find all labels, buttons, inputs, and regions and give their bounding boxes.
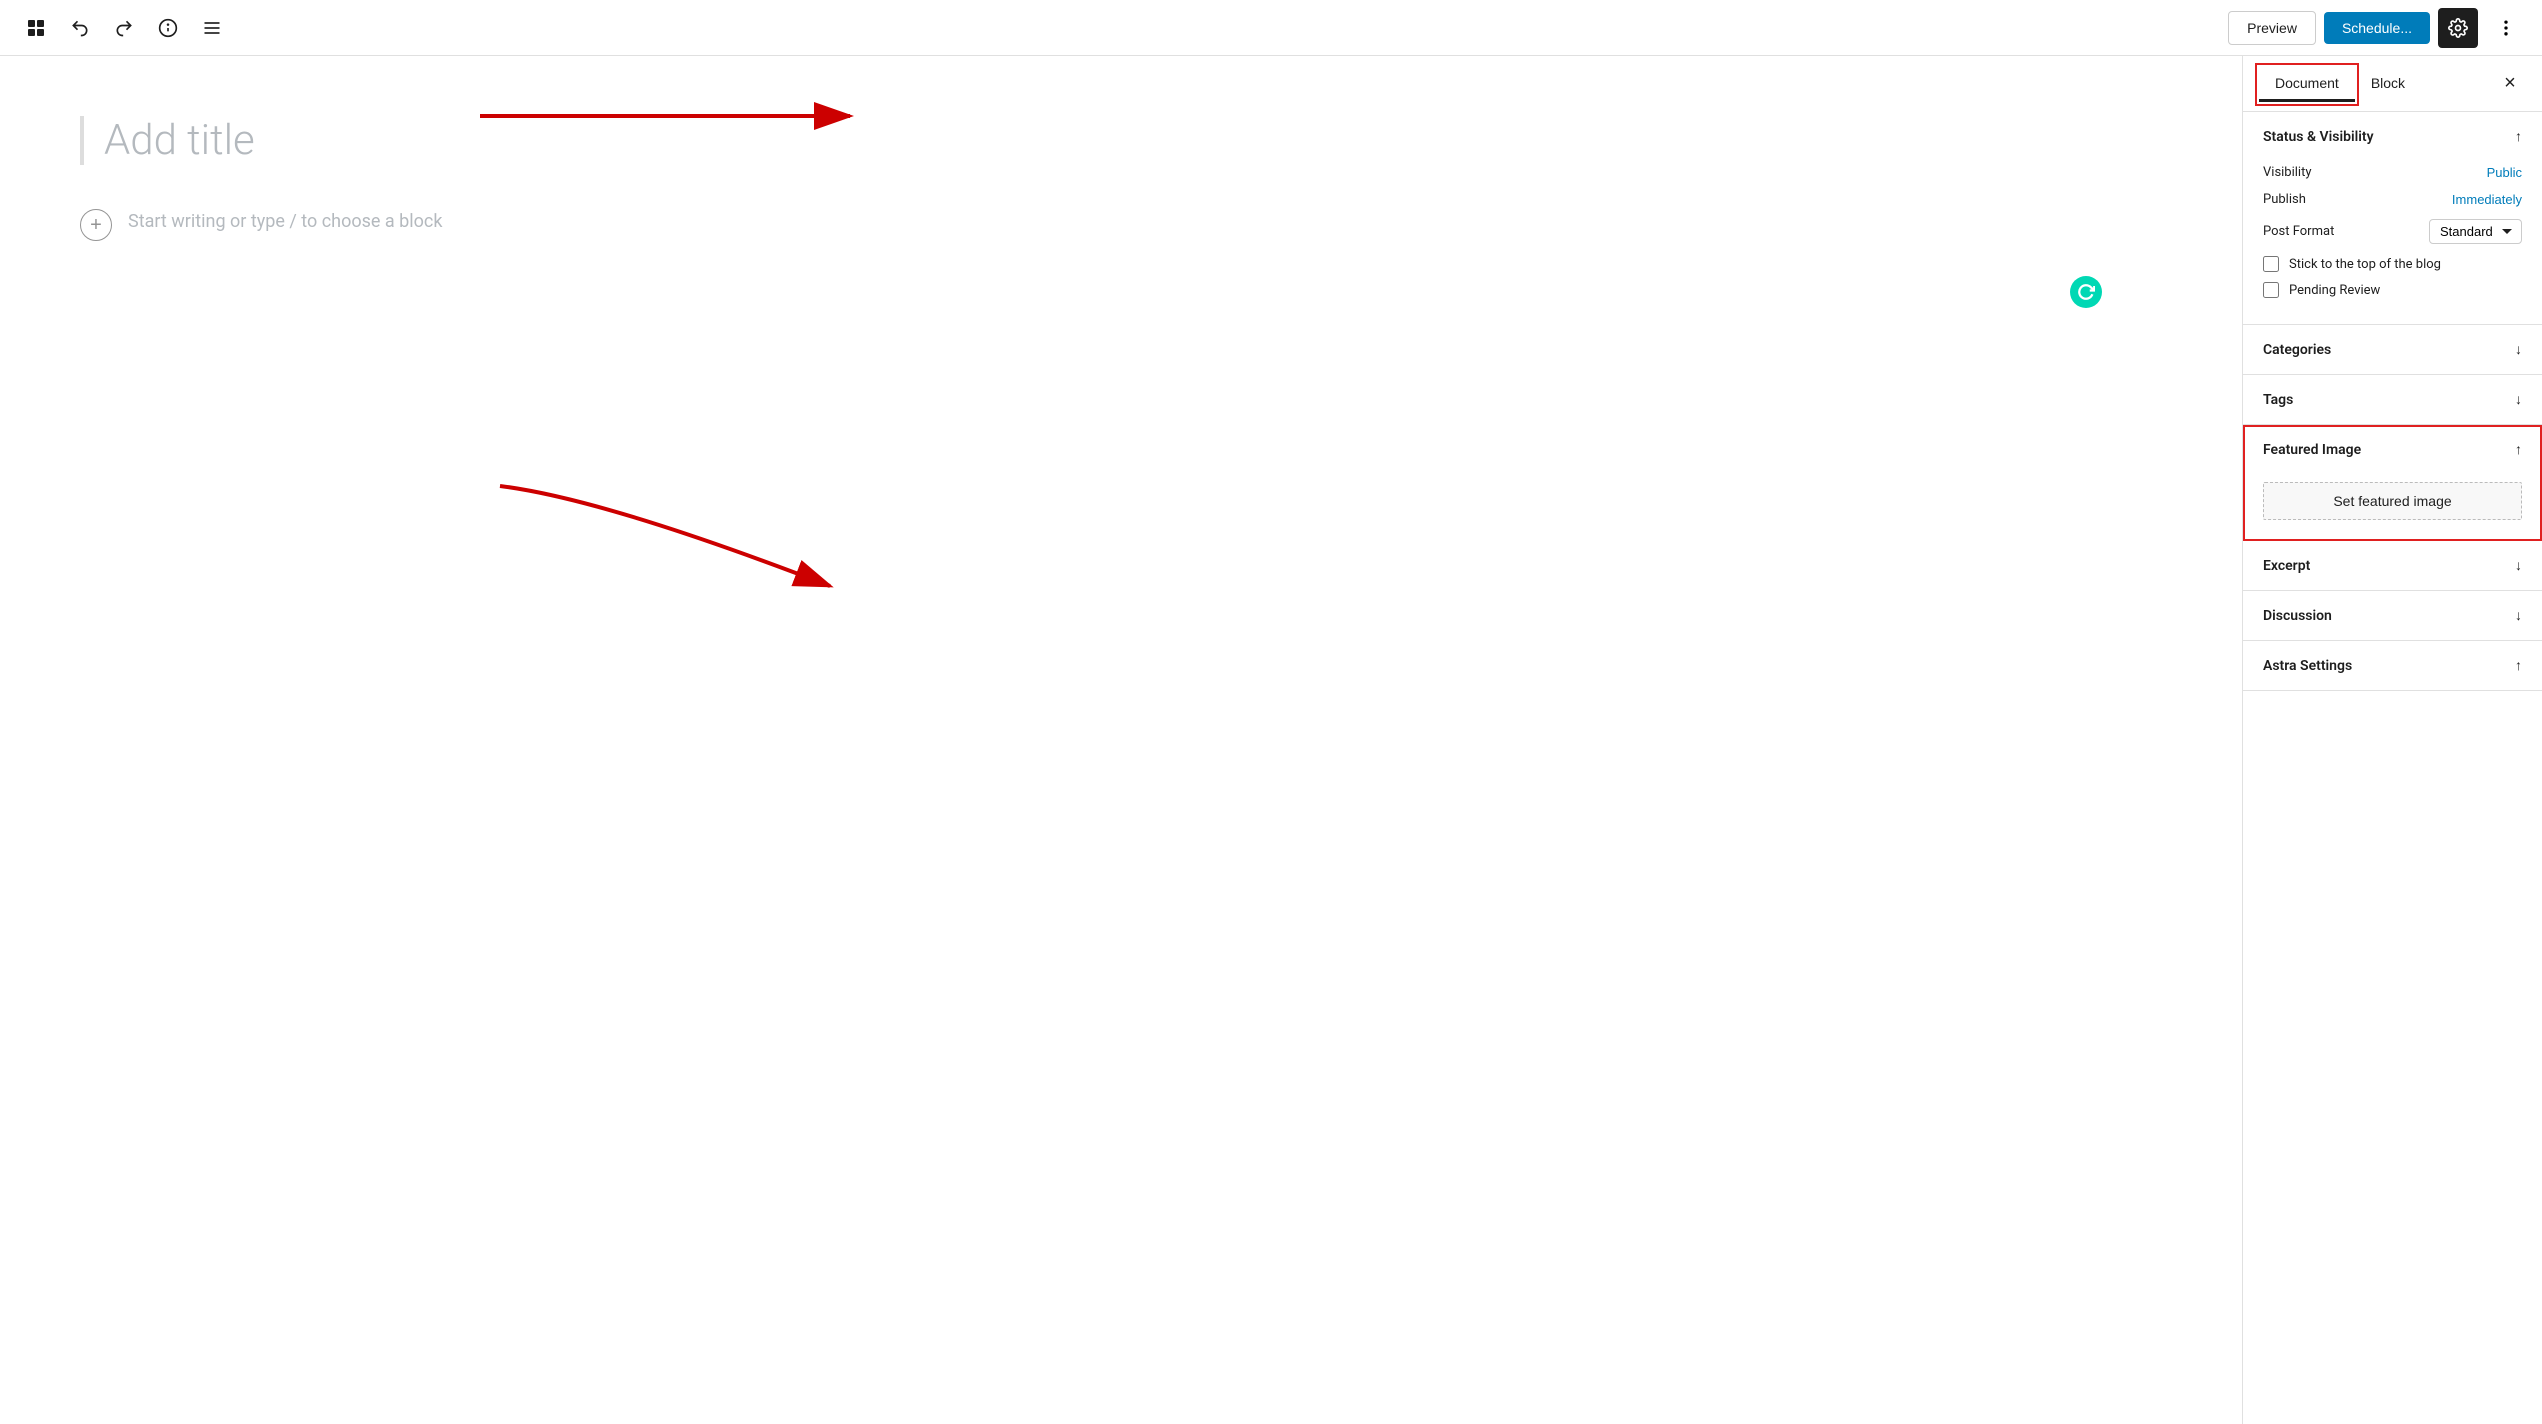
visibility-label: Visibility — [2263, 165, 2312, 180]
section-status-visibility: Status & Visibility ↑ Visibility Public … — [2243, 112, 2542, 325]
section-discussion-title: Discussion — [2263, 608, 2332, 624]
section-excerpt: Excerpt ↓ — [2243, 541, 2542, 591]
section-featured-image-content: Set featured image — [2243, 474, 2542, 540]
schedule-button[interactable]: Schedule... — [2324, 12, 2430, 44]
arrow-to-featured-image — [0, 56, 2242, 1424]
section-featured-image-title: Featured Image — [2263, 442, 2361, 458]
section-astra-settings-title: Astra Settings — [2263, 658, 2352, 674]
settings-button[interactable] — [2438, 8, 2478, 48]
set-featured-image-button[interactable]: Set featured image — [2263, 482, 2522, 520]
visibility-row: Visibility Public — [2263, 165, 2522, 180]
astra-settings-chevron-up-icon: ↑ — [2515, 657, 2522, 674]
editor-body: + Start writing or type / to choose a bl… — [80, 205, 2162, 241]
add-block-toolbar-button[interactable] — [16, 8, 56, 48]
section-status-visibility-content: Visibility Public Publish Immediately Po… — [2243, 161, 2542, 324]
section-astra-settings-header[interactable]: Astra Settings ↑ — [2243, 641, 2542, 690]
categories-chevron-icon: ↓ — [2515, 341, 2522, 358]
editor-area: Add title + Start writing or type / to c… — [0, 56, 2242, 1424]
publish-label: Publish — [2263, 192, 2306, 207]
featured-image-chevron-up-icon: ↑ — [2515, 441, 2522, 458]
section-status-visibility-header[interactable]: Status & Visibility ↑ — [2243, 112, 2542, 161]
tab-document[interactable]: Document — [2259, 67, 2355, 102]
autosave-indicator — [2070, 276, 2102, 308]
stick-top-row: Stick to the top of the blog — [2263, 256, 2522, 272]
stick-top-label[interactable]: Stick to the top of the blog — [2289, 257, 2441, 272]
visibility-value[interactable]: Public — [2487, 165, 2522, 180]
section-categories-title: Categories — [2263, 342, 2331, 358]
post-format-label: Post Format — [2263, 224, 2334, 239]
stick-top-checkbox[interactable] — [2263, 256, 2279, 272]
redo-button[interactable] — [104, 8, 144, 48]
add-block-button[interactable]: + — [80, 209, 112, 241]
section-discussion-header[interactable]: Discussion ↓ — [2243, 591, 2542, 640]
undo-button[interactable] — [60, 8, 100, 48]
section-excerpt-header[interactable]: Excerpt ↓ — [2243, 541, 2542, 590]
toolbar-left — [16, 8, 232, 48]
section-discussion: Discussion ↓ — [2243, 591, 2542, 641]
post-format-select[interactable]: Standard Aside Chat Gallery Link Image Q… — [2429, 219, 2522, 244]
section-astra-settings: Astra Settings ↑ — [2243, 641, 2542, 691]
tools-button[interactable] — [192, 8, 232, 48]
section-categories-header[interactable]: Categories ↓ — [2243, 325, 2542, 374]
section-featured-image: Featured Image ↑ Set featured image — [2243, 425, 2542, 541]
section-featured-image-header[interactable]: Featured Image ↑ — [2243, 425, 2542, 474]
section-tags-title: Tags — [2263, 392, 2293, 408]
sidebar-tabs: Document Block × — [2243, 56, 2542, 112]
section-tags: Tags ↓ — [2243, 375, 2542, 425]
section-status-visibility-title: Status & Visibility — [2263, 129, 2374, 145]
pending-review-label[interactable]: Pending Review — [2289, 283, 2380, 298]
section-excerpt-title: Excerpt — [2263, 558, 2310, 574]
toolbar: Preview Schedule... — [0, 0, 2542, 56]
pending-review-row: Pending Review — [2263, 282, 2522, 298]
post-title[interactable]: Add title — [80, 116, 2162, 165]
more-options-button[interactable] — [2486, 8, 2526, 48]
arrow-to-document — [0, 56, 2242, 1424]
status-visibility-chevron-up-icon: ↑ — [2515, 128, 2522, 145]
preview-button[interactable]: Preview — [2228, 11, 2316, 45]
excerpt-chevron-icon: ↓ — [2515, 557, 2522, 574]
toolbar-right: Preview Schedule... — [2228, 8, 2526, 48]
section-tags-header[interactable]: Tags ↓ — [2243, 375, 2542, 424]
discussion-chevron-icon: ↓ — [2515, 607, 2522, 624]
tab-block[interactable]: Block — [2355, 67, 2421, 102]
publish-value[interactable]: Immediately — [2452, 192, 2522, 207]
post-format-row: Post Format Standard Aside Chat Gallery … — [2263, 219, 2522, 244]
pending-review-checkbox[interactable] — [2263, 282, 2279, 298]
section-categories: Categories ↓ — [2243, 325, 2542, 375]
sidebar: Document Block × Status & Visibility ↑ V… — [2242, 56, 2542, 1424]
tags-chevron-icon: ↓ — [2515, 391, 2522, 408]
sidebar-close-button[interactable]: × — [2494, 68, 2526, 100]
main-layout: Add title + Start writing or type / to c… — [0, 56, 2542, 1424]
info-button[interactable] — [148, 8, 188, 48]
editor-placeholder: Start writing or type / to choose a bloc… — [128, 205, 442, 232]
publish-row: Publish Immediately — [2263, 192, 2522, 207]
